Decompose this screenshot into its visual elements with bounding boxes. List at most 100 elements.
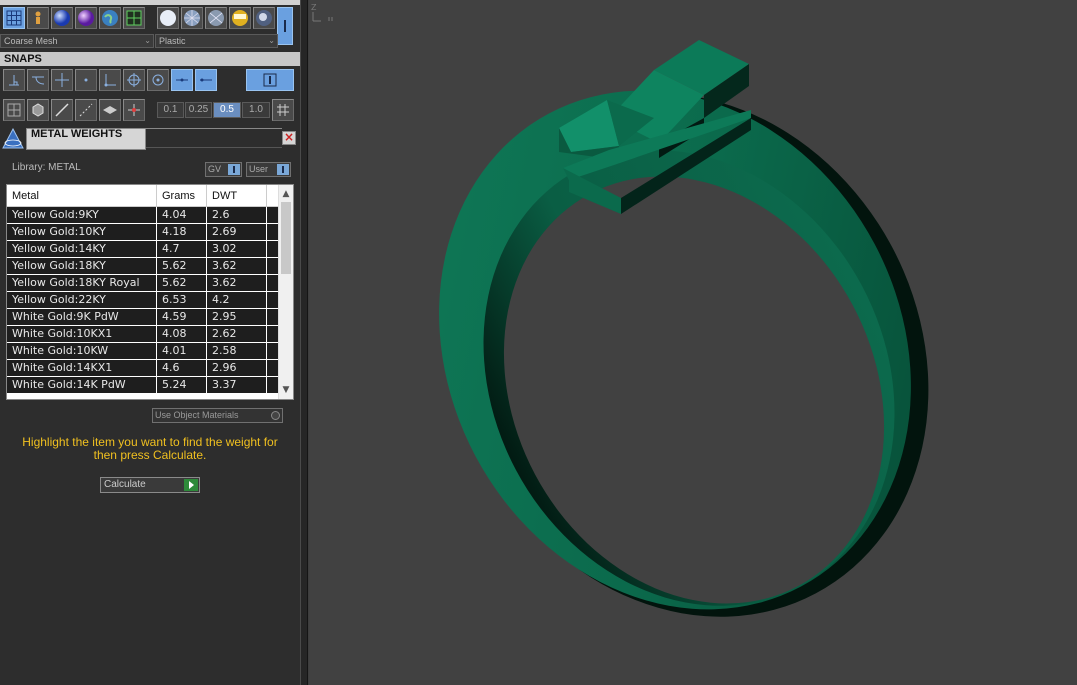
column-header-dwt[interactable]: DWT — [207, 185, 267, 206]
snap-value-1[interactable]: 0.1 — [157, 102, 184, 118]
cell-metal: Yellow Gold:14KY — [7, 241, 157, 257]
snaps-toolbar-2 — [3, 99, 145, 121]
chevron-down-icon: ⌄ — [268, 36, 275, 45]
cell-metal: Yellow Gold:18KY Royal — [7, 275, 157, 291]
table-row[interactable]: White Gold:14KX1 4.6 2.96 — [7, 360, 279, 377]
snap-perpendicular-icon[interactable] — [3, 69, 25, 91]
scroll-down-icon[interactable]: ▼ — [279, 383, 293, 397]
cell-dwt: 2.69 — [207, 224, 267, 240]
snap-circle-icon[interactable] — [147, 69, 169, 91]
gv-toggle-label: GV — [208, 164, 222, 174]
metal-weights-logo-icon — [2, 127, 24, 150]
cell-metal: White Gold:10KX1 — [7, 326, 157, 342]
cell-grams: 4.6 — [157, 360, 207, 376]
cell-dwt: 3.62 — [207, 275, 267, 291]
cell-metal: White Gold:9K PdW — [7, 309, 157, 325]
metal-weights-title-line — [146, 128, 282, 148]
axis-gizmo-icon: Z — [311, 3, 333, 22]
snap-midpoint-icon[interactable] — [171, 69, 193, 91]
app-window: Coarse Mesh ⌄ Plastic ⌄ SNAPS 0.1 0.25 0… — [0, 0, 1077, 685]
user-toggle[interactable]: User — [246, 162, 291, 177]
use-object-materials-option[interactable]: Use Object Materials — [152, 408, 283, 423]
panel-toggle-button[interactable] — [277, 7, 293, 45]
radio-icon — [271, 411, 280, 420]
cell-dwt: 2.6 — [207, 207, 267, 223]
table-row[interactable]: Yellow Gold:14KY 4.7 3.02 — [7, 241, 279, 258]
scroll-up-icon[interactable]: ▲ — [279, 187, 293, 201]
white-sphere-icon[interactable] — [157, 7, 179, 29]
snap-vertex-icon[interactable] — [123, 99, 145, 121]
cell-metal: Yellow Gold:10KY — [7, 224, 157, 240]
cell-grams: 4.18 — [157, 224, 207, 240]
wire-sphere-icon[interactable] — [181, 7, 203, 29]
mesh-quality-dropdown[interactable]: Coarse Mesh ⌄ — [0, 34, 154, 48]
snap-grid-icon[interactable] — [3, 99, 25, 121]
panel-splitter[interactable] — [300, 0, 308, 685]
svg-text:Z: Z — [311, 3, 317, 12]
purple-sphere-icon[interactable] — [75, 7, 97, 29]
snap-box-icon[interactable] — [27, 99, 49, 121]
material-dropdown[interactable]: Plastic ⌄ — [155, 34, 278, 48]
gold-sphere-icon[interactable] — [229, 7, 251, 29]
globe-icon[interactable] — [99, 7, 121, 29]
cell-dwt: 2.95 — [207, 309, 267, 325]
cell-dwt: 3.37 — [207, 377, 267, 393]
close-icon[interactable]: × — [282, 131, 296, 145]
cell-dwt: 2.58 — [207, 343, 267, 359]
table-row[interactable]: Yellow Gold:18KY Royal 5.62 3.62 — [7, 275, 279, 292]
grid-settings-icon[interactable] — [272, 99, 294, 121]
ring-model — [439, 40, 929, 617]
snap-intersection-icon[interactable] — [51, 69, 73, 91]
cell-grams: 4.59 — [157, 309, 207, 325]
table-scrollbar[interactable]: ▲ ▼ — [278, 185, 293, 399]
cell-metal: Yellow Gold:18KY — [7, 258, 157, 274]
snap-corner-icon[interactable] — [99, 69, 121, 91]
table-row[interactable]: White Gold:10KW 4.01 2.58 — [7, 343, 279, 360]
metal-weights-title: METAL WEIGHTS — [26, 128, 146, 150]
table-row[interactable]: White Gold:10KX1 4.08 2.62 — [7, 326, 279, 343]
cell-metal: White Gold:14K PdW — [7, 377, 157, 393]
cell-grams: 4.01 — [157, 343, 207, 359]
cell-dwt: 3.62 — [207, 258, 267, 274]
snap-value-3[interactable]: 0.5 — [213, 102, 241, 118]
3d-viewport[interactable]: Z — [309, 0, 1077, 685]
mesh-quality-value: Coarse Mesh — [4, 36, 58, 46]
snap-end-icon[interactable] — [195, 69, 217, 91]
cell-metal: White Gold:10KW — [7, 343, 157, 359]
table-row[interactable]: Yellow Gold:9KY 4.04 2.6 — [7, 207, 279, 224]
column-header-grams[interactable]: Grams — [157, 185, 207, 206]
table-row[interactable]: Yellow Gold:10KY 4.18 2.69 — [7, 224, 279, 241]
cell-grams: 4.04 — [157, 207, 207, 223]
snap-value-2[interactable]: 0.25 — [185, 102, 212, 118]
snap-line-icon[interactable] — [51, 99, 73, 121]
table-row[interactable]: Yellow Gold:22KY 6.53 4.2 — [7, 292, 279, 309]
snap-plane-icon[interactable] — [99, 99, 121, 121]
chrome-sphere-icon[interactable] — [253, 7, 275, 29]
gv-toggle[interactable]: GV — [205, 162, 242, 177]
snaps-toggle-button[interactable] — [246, 69, 294, 91]
user-toggle-label: User — [249, 164, 269, 174]
snap-center-icon[interactable] — [123, 69, 145, 91]
table-row[interactable]: Yellow Gold:18KY 5.62 3.62 — [7, 258, 279, 275]
table-row[interactable]: White Gold:14K PdW 5.24 3.37 — [7, 377, 279, 394]
snaps-toolbar — [3, 69, 217, 91]
cell-grams: 6.53 — [157, 292, 207, 308]
toggle-indicator-icon — [277, 164, 289, 175]
figure-icon[interactable] — [27, 7, 49, 29]
cell-grams: 4.08 — [157, 326, 207, 342]
column-header-metal[interactable]: Metal — [7, 185, 157, 206]
table-row[interactable]: White Gold:9K PdW 4.59 2.95 — [7, 309, 279, 326]
wire-sphere-alt-icon[interactable] — [205, 7, 227, 29]
green-grid-icon[interactable] — [123, 7, 145, 29]
grid-icon[interactable] — [3, 7, 25, 29]
snap-tangent-icon[interactable] — [27, 69, 49, 91]
snap-value-4[interactable]: 1.0 — [242, 102, 270, 118]
scroll-thumb[interactable] — [281, 202, 291, 274]
snap-point-icon[interactable] — [75, 69, 97, 91]
snap-dotted-icon[interactable] — [75, 99, 97, 121]
calculate-button[interactable]: Calculate — [100, 477, 200, 493]
left-panel: Coarse Mesh ⌄ Plastic ⌄ SNAPS 0.1 0.25 0… — [0, 0, 300, 685]
material-value: Plastic — [159, 36, 186, 46]
blue-sphere-icon[interactable] — [51, 7, 73, 29]
cell-dwt: 4.2 — [207, 292, 267, 308]
